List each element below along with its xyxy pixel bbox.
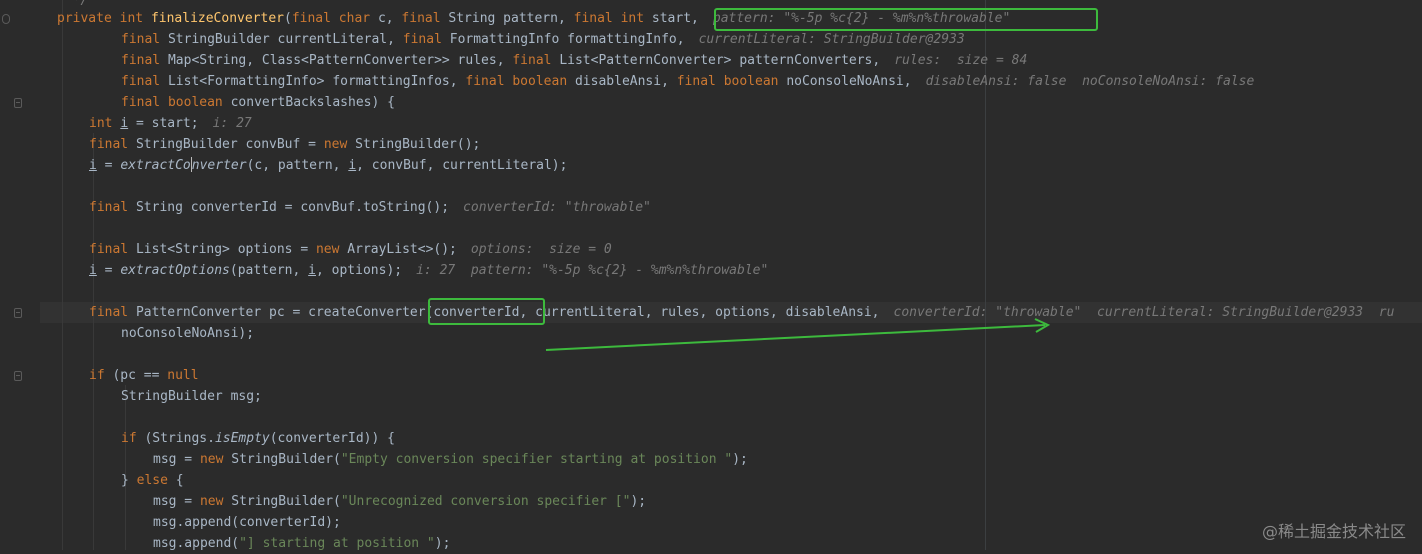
code-editor[interactable]: */private int finalizeConverter(final ch…	[0, 0, 1422, 551]
watermark: @稀土掘金技术社区	[1261, 522, 1406, 541]
annotation-arrow	[545, 318, 1051, 351]
